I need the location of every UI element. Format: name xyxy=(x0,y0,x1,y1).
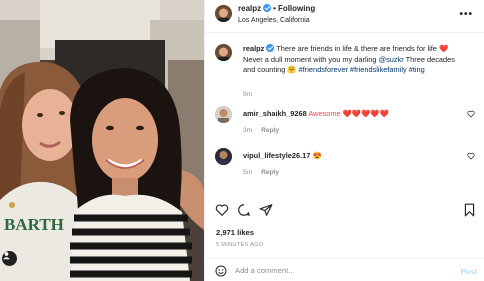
verified-badge-icon xyxy=(263,4,272,12)
separator-dot: • xyxy=(273,4,276,13)
add-comment-input[interactable] xyxy=(235,264,435,277)
comment-icon[interactable] xyxy=(236,202,252,218)
emoji-icon[interactable] xyxy=(215,265,227,277)
post-detail-panel: realpz • Following Los Angeles, California… xyxy=(204,0,484,281)
caption-time[interactable]: 5m xyxy=(243,91,252,98)
reply-button[interactable]: Reply xyxy=(261,127,279,134)
post-username[interactable]: realpz xyxy=(238,4,261,13)
reply-button[interactable]: Reply xyxy=(261,169,279,176)
post-location[interactable]: Los Angeles, California xyxy=(238,17,310,24)
verified-badge-icon xyxy=(266,44,275,52)
post-photo[interactable]: BARTH xyxy=(0,0,204,281)
comment-username[interactable]: vipul_lifestyle26.17 xyxy=(243,151,310,160)
avatar[interactable] xyxy=(215,148,232,165)
more-options-icon[interactable]: ••• xyxy=(459,9,473,20)
photo-image: BARTH xyxy=(0,0,204,281)
caption-username[interactable]: realpz xyxy=(243,44,264,53)
share-icon[interactable] xyxy=(258,202,274,218)
add-comment-bar: Post xyxy=(205,258,484,281)
comment-like-heart-icon[interactable] xyxy=(467,110,475,120)
comment-time[interactable]: 5m xyxy=(243,169,252,176)
avatar[interactable] xyxy=(215,44,232,61)
comment-like-heart-icon[interactable] xyxy=(467,152,475,162)
comment-username[interactable]: amir_shaikh_9268 xyxy=(243,109,307,118)
comment-text: 😍 xyxy=(312,151,322,160)
following-button[interactable]: Following xyxy=(278,4,315,13)
hashtags-link[interactable]: #friendsforever #friendslikefamily #ting xyxy=(299,65,425,74)
caption-meta: 5m xyxy=(243,91,261,98)
post-comment-button[interactable]: Post xyxy=(461,267,477,276)
likes-count[interactable]: 2,971 likes xyxy=(216,228,254,237)
mention-link[interactable]: @suzkr xyxy=(379,55,404,64)
post-header: realpz • Following Los Angeles, California… xyxy=(205,0,484,33)
comments-list[interactable]: realpz There are friends in life & there… xyxy=(205,34,484,194)
comment-text: Awesome ❤️❤️❤️❤️❤️ xyxy=(308,109,389,118)
caption-text: realpz There are friends in life & there… xyxy=(243,44,458,76)
comment-time[interactable]: 3m xyxy=(243,127,252,134)
user-tag-icon[interactable] xyxy=(2,251,17,266)
action-bar xyxy=(205,202,484,220)
post-timestamp[interactable]: 5 MINUTES AGO xyxy=(216,242,263,248)
heart-icon[interactable] xyxy=(214,202,230,218)
bookmark-icon[interactable] xyxy=(461,202,477,218)
svg-text:BARTH: BARTH xyxy=(4,215,64,234)
avatar[interactable] xyxy=(215,106,232,123)
avatar[interactable] xyxy=(215,5,232,22)
